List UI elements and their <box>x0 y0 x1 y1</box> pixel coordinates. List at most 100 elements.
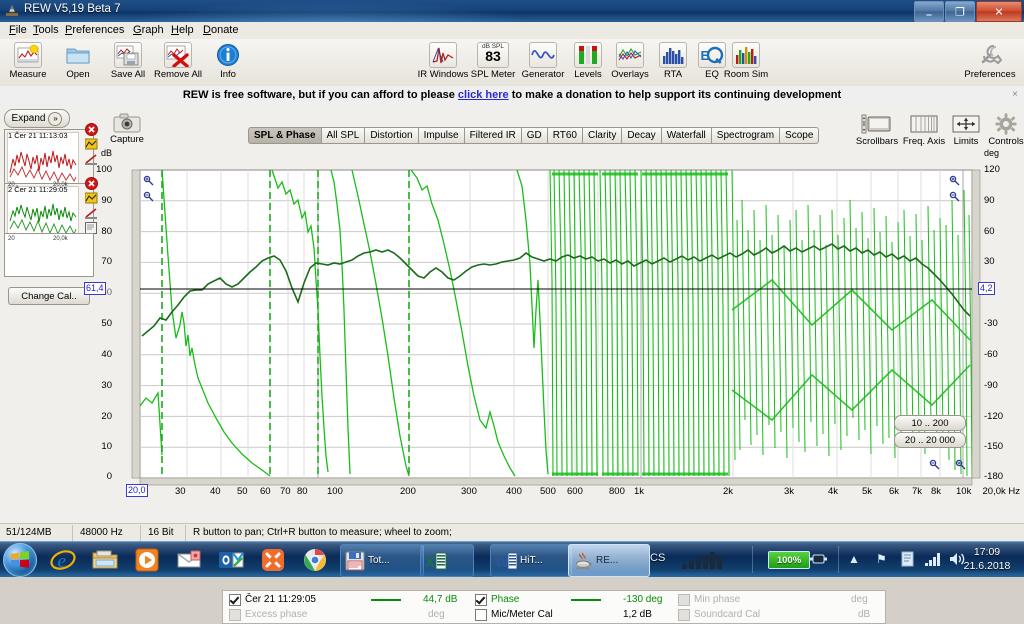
total-commander-label: Tot... <box>368 555 390 566</box>
menu-item-help[interactable]: Help <box>166 24 199 36</box>
delete-measurement-icon-2[interactable] <box>84 176 99 190</box>
legend-mic-meter-cal-label: Mic/Meter Cal <box>491 609 553 620</box>
menu-item-preferences[interactable]: Preferences <box>60 24 129 36</box>
banner-close-icon[interactable]: × <box>1012 89 1018 100</box>
windows-explorer-icon[interactable] <box>86 544 124 575</box>
rew-window[interactable]: RE... <box>568 544 650 577</box>
toolbar-button-room-sim[interactable]: Room Sim <box>718 41 774 80</box>
spl-phase-chart[interactable]: dB 100 90 80 70 60 50 40 30 20 10 0 deg … <box>84 148 1020 580</box>
toolbar-button-remove-all[interactable]: Remove All <box>150 41 206 80</box>
action-center-icon[interactable] <box>900 551 916 570</box>
xmind-icon[interactable] <box>254 544 292 575</box>
y-tick-50: 50 <box>101 318 112 329</box>
language-indicator[interactable]: CS <box>650 552 665 564</box>
media-player-icon[interactable] <box>128 544 166 575</box>
word-window[interactable]: W HiT... <box>490 544 572 577</box>
measurement-item-1[interactable]: 1 Čer 21 11:13:03 20 20,0k <box>4 122 98 189</box>
maximize-button[interactable]: ❐ <box>945 1 975 22</box>
minimize-button[interactable]: – <box>914 1 944 22</box>
toolbar-button-preferences[interactable]: Preferences <box>962 41 1018 80</box>
legend-measurement[interactable]: Čer 21 11:29:05 <box>229 592 316 607</box>
info-icon <box>200 41 256 68</box>
flag-icon[interactable]: ⚑ <box>876 552 887 566</box>
phase-checkbox[interactable] <box>475 593 487 606</box>
start-button[interactable] <box>3 543 37 577</box>
y-tick-30: 30 <box>101 380 112 391</box>
cursor-readout-right[interactable]: 4,2 <box>978 282 995 295</box>
tab-clarity[interactable]: Clarity <box>581 127 622 144</box>
outlook-icon[interactable] <box>212 544 250 575</box>
cursor-readout-left[interactable]: 61,4 <box>84 282 106 295</box>
total-commander-window[interactable]: Tot... <box>340 544 424 577</box>
internet-explorer-icon[interactable]: e <box>44 544 82 575</box>
word-icon: W <box>495 552 517 571</box>
tab-rt60[interactable]: RT60 <box>546 127 582 144</box>
legend-phase[interactable]: Phase <box>475 592 519 607</box>
close-button[interactable]: ✕ <box>976 1 1022 22</box>
window-title: REW V5,19 Beta 7 <box>24 3 121 15</box>
capture-button[interactable]: Capture <box>108 113 146 145</box>
min-phase-checkbox[interactable] <box>678 593 690 606</box>
tab-waterfall[interactable]: Waterfall <box>660 127 711 144</box>
graph-tool-label-scrollbars: Scrollbars <box>855 136 899 147</box>
tab-gd[interactable]: GD <box>520 127 547 144</box>
x-tick-800: 800 <box>609 486 625 497</box>
chart-canvas[interactable] <box>112 160 1012 580</box>
measurement-checkbox[interactable] <box>229 593 241 606</box>
toolbar-button-open[interactable]: Open <box>50 41 106 80</box>
save-all-icon <box>100 41 156 68</box>
toolbar-button-save-all[interactable]: Save All <box>100 41 156 80</box>
tab-decay[interactable]: Decay <box>621 127 661 144</box>
equalizer-tray-icon[interactable] <box>680 550 730 573</box>
excess-phase-checkbox[interactable] <box>229 608 241 621</box>
sticky-notes-icon[interactable] <box>170 544 208 575</box>
graph-tool-freq-axis[interactable]: Freq. Axis <box>900 113 948 147</box>
tab-scope[interactable]: Scope <box>779 127 820 144</box>
calibrate-measurement-icon-2[interactable] <box>84 206 99 220</box>
cursor-readout-x[interactable]: 20,0 <box>126 484 148 497</box>
range-button-10-200[interactable]: 10 .. 200 <box>894 415 966 431</box>
status-sample-rate: 48000 Hz <box>80 527 123 538</box>
tab-impulse[interactable]: Impulse <box>417 127 464 144</box>
mic-meter-cal-checkbox[interactable] <box>475 608 487 621</box>
tab-spl-and-phase[interactable]: SPL & Phase <box>248 127 321 144</box>
donation-link[interactable]: click here <box>458 89 509 101</box>
tab-all-spl[interactable]: All SPL <box>320 127 365 144</box>
graph-tool-controls[interactable]: Controls <box>982 113 1024 147</box>
power-plug-icon[interactable] <box>810 552 828 569</box>
donation-banner-text: REW is free software, but if you can aff… <box>0 89 1024 101</box>
window-buttons: – ❐ ✕ <box>914 1 1022 22</box>
menu-item-tools[interactable]: Tools <box>28 24 64 36</box>
tab-spectrogram[interactable]: Spectrogram <box>710 127 780 144</box>
clock[interactable]: 17:09 21.6.2018 <box>956 545 1018 573</box>
graph-tool-scrollbars[interactable]: Scrollbars <box>853 113 901 147</box>
donation-banner: REW is free software, but if you can aff… <box>0 86 1024 106</box>
menu-item-donate[interactable]: Donate <box>198 24 243 36</box>
battery-indicator[interactable]: 100% <box>768 551 810 569</box>
change-cal-button[interactable]: Change Cal.. <box>8 287 90 305</box>
measurement-list-empty-area[interactable] <box>4 233 94 277</box>
toolbar-button-spl-meter[interactable]: dB SPL 83 SPL Meter <box>465 41 521 80</box>
y-tick-80: 80 <box>101 226 112 237</box>
toolbar-button-info[interactable]: Info <box>200 41 256 80</box>
clock-time: 17:09 <box>973 546 1001 558</box>
menu-item-graph[interactable]: Graph <box>128 24 169 36</box>
excel-window[interactable]: X <box>420 544 474 577</box>
legend-mic-meter-cal[interactable]: Mic/Meter Cal <box>475 607 553 622</box>
title-bar: REW V5,19 Beta 7 – ❐ ✕ <box>0 0 1024 23</box>
show-hidden-icons-button[interactable]: ▲ <box>848 552 860 566</box>
x-tick-3k: 3k <box>784 486 795 497</box>
delete-measurement-icon-1[interactable] <box>84 122 99 136</box>
toolbar-button-measure[interactable]: Measure <box>0 41 56 80</box>
tab-filtered-ir[interactable]: Filtered IR <box>463 127 521 144</box>
soundcard-cal-checkbox[interactable] <box>678 608 690 621</box>
chrome-icon[interactable] <box>296 544 334 575</box>
range-button-20-20000[interactable]: 20 .. 20 000 <box>894 432 966 448</box>
legend-phase-label: Phase <box>491 594 520 605</box>
legend-soundcard-cal-label: Soundcard Cal <box>694 609 761 620</box>
legend-excess-phase: Excess phase <box>229 607 307 622</box>
tab-distortion[interactable]: Distortion <box>364 127 418 144</box>
network-signal-icon[interactable] <box>924 551 942 570</box>
toolbar-button-ir-windows[interactable]: IR Windows <box>415 41 471 80</box>
expand-button[interactable]: Expand » <box>4 109 70 128</box>
